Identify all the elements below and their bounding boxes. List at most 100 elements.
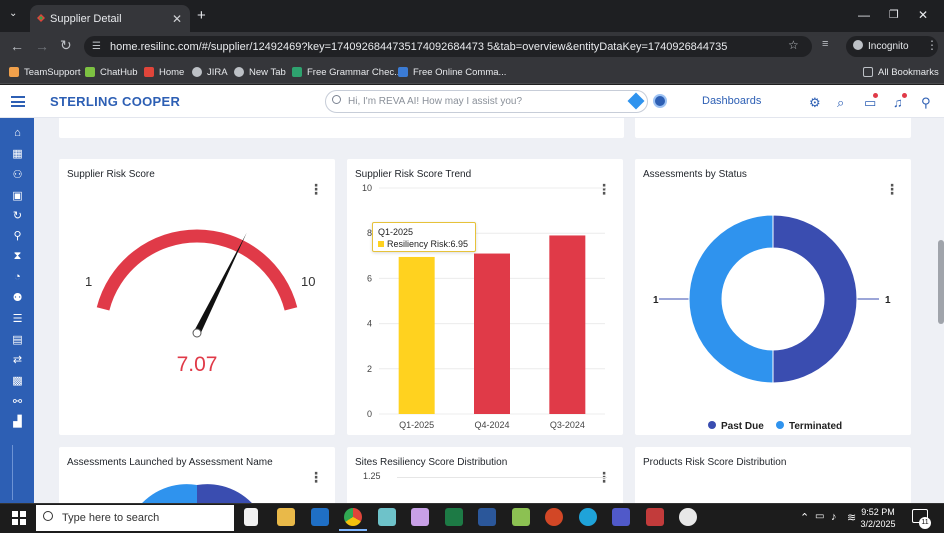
taskbar-chrome-icon[interactable] [344, 508, 362, 526]
forward-icon[interactable]: → [35, 38, 49, 54]
terminal-icon [398, 67, 408, 77]
tab-close-icon[interactable]: ✕ [172, 12, 182, 26]
notification-count-badge: 11 [919, 517, 931, 529]
sidebar-search-user-icon[interactable]: ⚲ [11, 230, 24, 242]
site-info-icon[interactable]: ☰ [92, 41, 101, 52]
previous-card-left [59, 118, 624, 138]
media-icon[interactable]: ≡ [822, 38, 828, 50]
brand-logo: STERLING COOPER [50, 94, 181, 109]
minimize-icon[interactable]: — [858, 8, 870, 22]
taskbar-file-explorer-icon[interactable] [277, 508, 295, 526]
previous-card-right [635, 118, 911, 138]
bookmark-grammar[interactable]: Free Grammar Chec... [292, 64, 402, 80]
sidebar-network-icon[interactable]: ⚇ [11, 169, 24, 181]
window-close-icon[interactable]: ✕ [918, 8, 928, 22]
x-tick-label: Q4-2024 [474, 420, 509, 430]
browser-menu-icon[interactable]: ⋮ [926, 38, 938, 52]
taskbar-snipping-icon[interactable] [378, 508, 396, 526]
tray-language-icon[interactable]: ≋ [847, 511, 856, 524]
sidebar-list-icon[interactable]: ☰ [11, 313, 24, 325]
assistant-avatar-icon[interactable] [653, 94, 667, 108]
clock-time: 9:52 PM [861, 507, 895, 517]
dashboards-link[interactable]: Dashboards [702, 95, 761, 107]
taskbar-search-input[interactable]: Type here to search [36, 505, 234, 531]
restore-icon[interactable]: ❐ [889, 8, 899, 21]
bookmark-teamsupport[interactable]: TeamSupport [9, 64, 81, 80]
page-scrollbar[interactable] [938, 240, 944, 324]
folder-icon [863, 67, 873, 77]
all-bookmarks[interactable]: All Bookmarks [863, 64, 939, 80]
notifications-bell-icon[interactable]: ♫ [893, 95, 903, 110]
header-search-icon[interactable]: ⌕ [837, 95, 844, 111]
sites-resiliency-card: Sites Resiliency Score Distribution ⋮ 1.… [347, 447, 623, 503]
clock-date: 3/2/2025 [860, 519, 896, 529]
sidebar-new-icon[interactable]: ▩ [11, 375, 24, 387]
settings-gear-icon[interactable]: ⚙ [809, 95, 821, 111]
taskbar-outlook-icon[interactable] [311, 508, 329, 526]
user-profile-icon[interactable]: ⚲ [921, 95, 931, 111]
back-icon[interactable]: ← [10, 38, 24, 54]
donut-right-label: 1 [885, 295, 891, 306]
taskbar-clock[interactable]: 9:52 PM 3/2/2025 [858, 506, 898, 530]
dashboard-content: Supplier Risk Score ⋮ 1 10 7.07 Supplier… [34, 118, 944, 503]
tray-chevron-icon[interactable]: ⌃ [800, 511, 809, 524]
bookmark-jira[interactable]: JIRA [192, 64, 228, 80]
tray-battery-icon[interactable]: ▭ [815, 511, 824, 522]
home-favicon-icon [144, 67, 154, 77]
taskbar-app-icon[interactable] [679, 508, 697, 526]
bookmark-new-tab[interactable]: New Tab [234, 64, 286, 80]
bookmark-commands[interactable]: Free Online Comma... [398, 64, 506, 80]
windows-start-icon[interactable] [12, 511, 26, 525]
sidebar-building-icon[interactable]: ▟ [11, 416, 24, 428]
tab-supplier-detail[interactable]: Supplier Detail ✕ [30, 5, 190, 32]
reload-icon[interactable]: ↻ [60, 37, 72, 54]
sidebar-suppliers-icon[interactable]: ▣ [11, 190, 24, 202]
taskbar-excel-icon[interactable] [445, 508, 463, 526]
sidebar-clipboard-icon[interactable]: ▤ [11, 334, 24, 346]
bar-tooltip: Q1-2025 Resiliency Risk:6.95 [372, 222, 476, 252]
incognito-icon [853, 40, 863, 50]
legend-terminated[interactable]: Terminated [789, 421, 842, 432]
taskbar-remote-icon[interactable] [646, 508, 664, 526]
bookmark-chathub[interactable]: ChatHub [85, 64, 138, 80]
search-icon [332, 95, 341, 104]
taskbar-edge-icon[interactable] [579, 508, 597, 526]
taskbar-powerpoint-icon[interactable] [545, 508, 563, 526]
sidebar-gauge-icon[interactable]: ◔ [11, 271, 24, 283]
taskbar-teams-icon[interactable] [612, 508, 630, 526]
bar-q1-2025[interactable] [398, 256, 435, 414]
sites-first-tick: 1.25 [363, 471, 381, 481]
gauge-value-label: 7.07 [177, 353, 218, 376]
tab-search-icon[interactable]: ⌄ [9, 8, 17, 19]
new-tab-icon[interactable]: + [197, 7, 206, 24]
sidebar-calendar-icon[interactable]: ▦ [11, 148, 24, 160]
legend-past-due[interactable]: Past Due [721, 421, 764, 432]
search-placeholder: Hi, I'm REVA AI! How may I assist you? [348, 96, 522, 107]
legend-past-due-swatch [708, 421, 716, 429]
y-tick-label: 10 [362, 183, 372, 193]
taskbar-notepad-icon[interactable] [244, 508, 258, 526]
sidebar-transfer-icon[interactable]: ⇄ [11, 354, 24, 366]
hamburger-menu-icon[interactable] [11, 96, 25, 107]
bookmark-star-icon[interactable]: ☆ [788, 38, 799, 52]
donut-slice-past-due[interactable] [772, 214, 858, 384]
url-bar[interactable]: home.resilinc.com/#/supplier/12492469?ke… [84, 36, 812, 57]
sidebar-people-icon[interactable]: ⚯ [11, 396, 24, 408]
tab-title: Supplier Detail [50, 12, 122, 25]
sidebar-hourglass-icon[interactable]: ⧗ [11, 250, 24, 262]
taskbar-word-icon[interactable] [478, 508, 496, 526]
bookmark-home[interactable]: Home [144, 64, 184, 80]
gauge-needle [193, 232, 247, 335]
taskbar-editor-icon[interactable] [512, 508, 530, 526]
bar-q4-2024[interactable] [474, 253, 510, 414]
sites-gridline [397, 477, 607, 478]
sidebar-home-icon[interactable]: ⌂ [11, 127, 24, 139]
donut-slice-terminated[interactable] [688, 214, 774, 384]
taskbar-paint-icon[interactable] [411, 508, 429, 526]
bar-q3-2024[interactable] [549, 235, 586, 414]
tray-volume-icon[interactable]: ♪ [831, 511, 837, 523]
reva-search-input[interactable]: Hi, I'm REVA AI! How may I assist you? [325, 90, 648, 113]
supplier-risk-score-card: Supplier Risk Score ⋮ 1 10 7.07 [59, 159, 335, 435]
sidebar-refresh-icon[interactable]: ↻ [11, 210, 24, 222]
sidebar-user-settings-icon[interactable]: ⚉ [11, 292, 24, 304]
